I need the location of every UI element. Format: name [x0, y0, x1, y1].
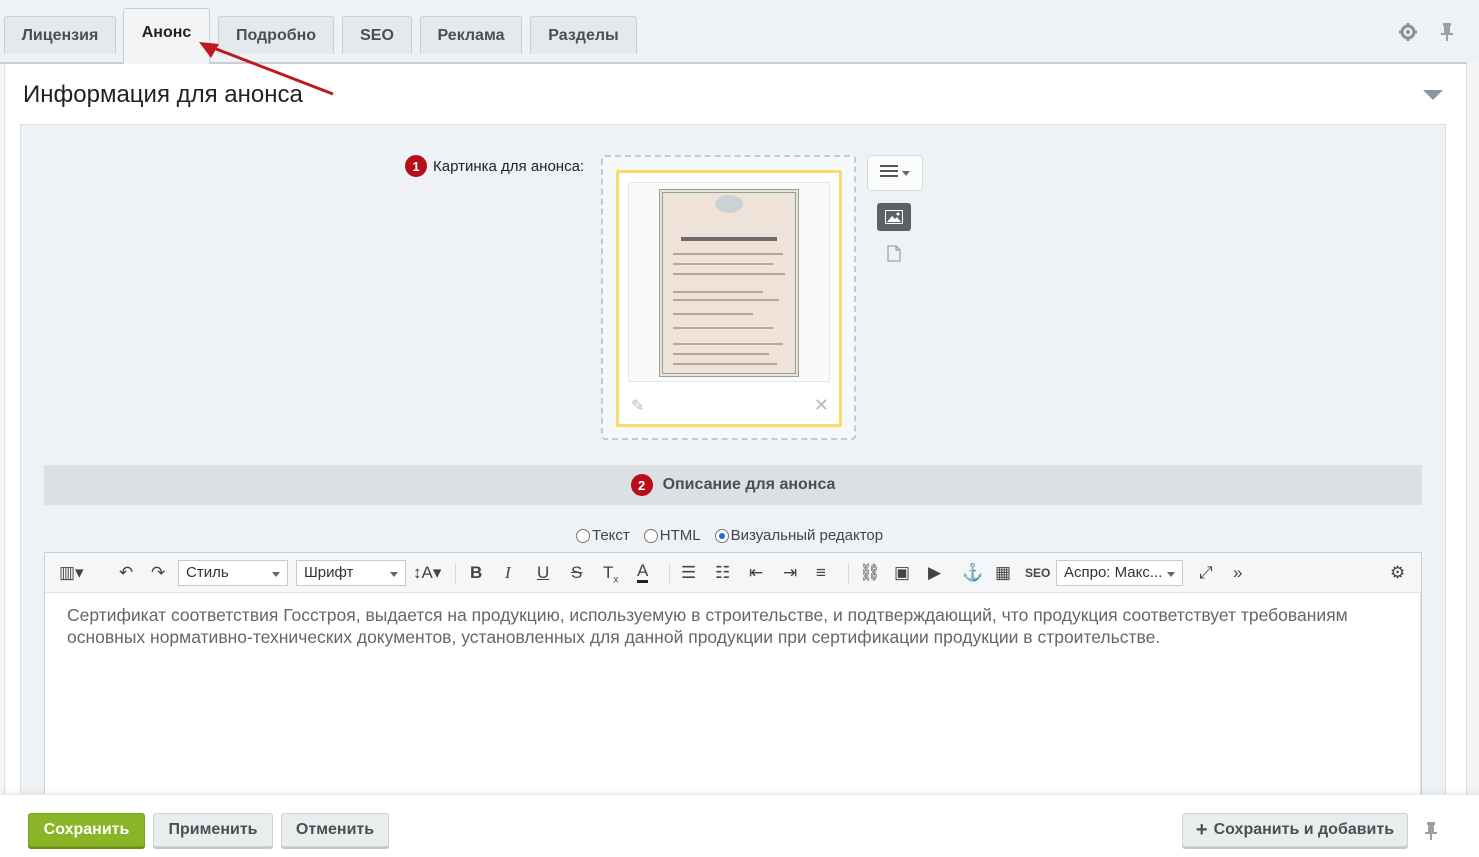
- editor-mode-group: Текст HTML Визуальный редактор: [576, 527, 883, 544]
- mode-visual-radio[interactable]: Визуальный редактор: [714, 527, 883, 544]
- content-area: 1 Картинка для анонса: ✎ ✕ 2 Описание дл…: [20, 124, 1446, 857]
- underline-icon[interactable]: U: [537, 562, 549, 584]
- gear-icon[interactable]: [1398, 22, 1418, 47]
- font-select[interactable]: Шрифт: [296, 560, 406, 586]
- style-select[interactable]: Стиль: [178, 560, 288, 586]
- file-icon[interactable]: [887, 245, 901, 267]
- unordered-list-icon[interactable]: ☷: [715, 562, 730, 584]
- description-title: Описание для анонса: [662, 476, 836, 493]
- insert-image-icon[interactable]: ▣: [894, 562, 910, 584]
- save-and-add-label: Сохранить и добавить: [1213, 821, 1395, 838]
- main-panel: Информация для анонса 1 Картинка для ано…: [4, 64, 1467, 857]
- tab-seo[interactable]: SEO: [342, 16, 412, 54]
- certificate-image: [659, 189, 799, 377]
- save-and-add-button[interactable]: + Сохранить и добавить: [1182, 813, 1408, 847]
- more-icon[interactable]: »: [1233, 562, 1242, 584]
- dropdown-caret-icon: [902, 164, 910, 182]
- strikethrough-icon[interactable]: S: [571, 562, 582, 584]
- link-icon[interactable]: ⛓: [859, 562, 881, 584]
- hamburger-menu-icon: [880, 164, 898, 183]
- close-icon[interactable]: ✕: [814, 395, 829, 416]
- bold-icon[interactable]: B: [470, 562, 482, 584]
- description-header: 2 Описание для анонса: [44, 465, 1422, 505]
- picture-label-row: 1 Картинка для анонса:: [405, 155, 584, 177]
- table-icon[interactable]: ▦: [995, 562, 1011, 584]
- pin-icon[interactable]: [1440, 22, 1454, 47]
- annotation-arrow: [199, 42, 334, 96]
- tab-sections[interactable]: Разделы: [530, 16, 637, 54]
- snippet-select[interactable]: Аспро: Макс...: [1056, 560, 1183, 586]
- cancel-button[interactable]: Отменить: [281, 813, 389, 847]
- seo-icon[interactable]: SEO: [1025, 562, 1050, 584]
- align-icon[interactable]: ≡: [816, 562, 826, 584]
- editor-settings-icon[interactable]: ⚙: [1390, 562, 1405, 584]
- image-icon[interactable]: [877, 203, 911, 231]
- collapse-arrow-icon[interactable]: [1423, 90, 1443, 100]
- tab-ads[interactable]: Реклама: [420, 16, 522, 54]
- italic-icon[interactable]: I: [505, 562, 511, 584]
- picture-label: Картинка для анонса:: [433, 157, 585, 175]
- remove-format-icon[interactable]: Tx: [603, 562, 618, 591]
- footer-bar: Сохранить Применить Отменить + Сохранить…: [0, 794, 1479, 857]
- video-icon[interactable]: ▶: [928, 562, 941, 584]
- ordered-list-icon[interactable]: ☰: [681, 562, 696, 584]
- step-badge-1: 1: [405, 155, 427, 177]
- image-thumbnail[interactable]: ✎ ✕: [616, 170, 842, 427]
- undo-icon[interactable]: ↶: [119, 562, 133, 584]
- font-size-icon[interactable]: ↕A▾: [413, 562, 441, 584]
- view-mode-icon[interactable]: ▥▾: [59, 562, 84, 584]
- editor-toolbar: ▥▾ ↶ ↷ Стиль Шрифт ↕A▾ B I U S Tx A ☰ ☷ …: [45, 553, 1421, 593]
- certificate-preview: [628, 182, 830, 382]
- fullscreen-icon[interactable]: ⤢: [1199, 562, 1213, 584]
- mode-html-radio[interactable]: HTML: [643, 527, 701, 544]
- tab-license[interactable]: Лицензия: [4, 16, 116, 54]
- image-menu-button[interactable]: [867, 155, 923, 191]
- redo-icon[interactable]: ↷: [151, 562, 165, 584]
- footer-pin-icon[interactable]: [1424, 821, 1438, 846]
- text-color-icon[interactable]: A: [637, 562, 649, 583]
- indent-icon[interactable]: ⇥: [783, 562, 797, 584]
- mode-text-radio[interactable]: Текст: [576, 527, 630, 544]
- apply-button[interactable]: Применить: [153, 813, 273, 847]
- anchor-icon[interactable]: ⚓: [962, 562, 983, 584]
- editor-content[interactable]: Сертификат соответствия Госстроя, выдает…: [67, 604, 1407, 648]
- pencil-icon[interactable]: ✎: [631, 396, 644, 416]
- step-badge-2: 2: [630, 474, 653, 496]
- save-button[interactable]: Сохранить: [28, 813, 145, 847]
- outdent-icon[interactable]: ⇤: [749, 562, 763, 584]
- plus-icon: +: [1195, 819, 1208, 841]
- image-drop-zone[interactable]: ✎ ✕: [601, 155, 856, 440]
